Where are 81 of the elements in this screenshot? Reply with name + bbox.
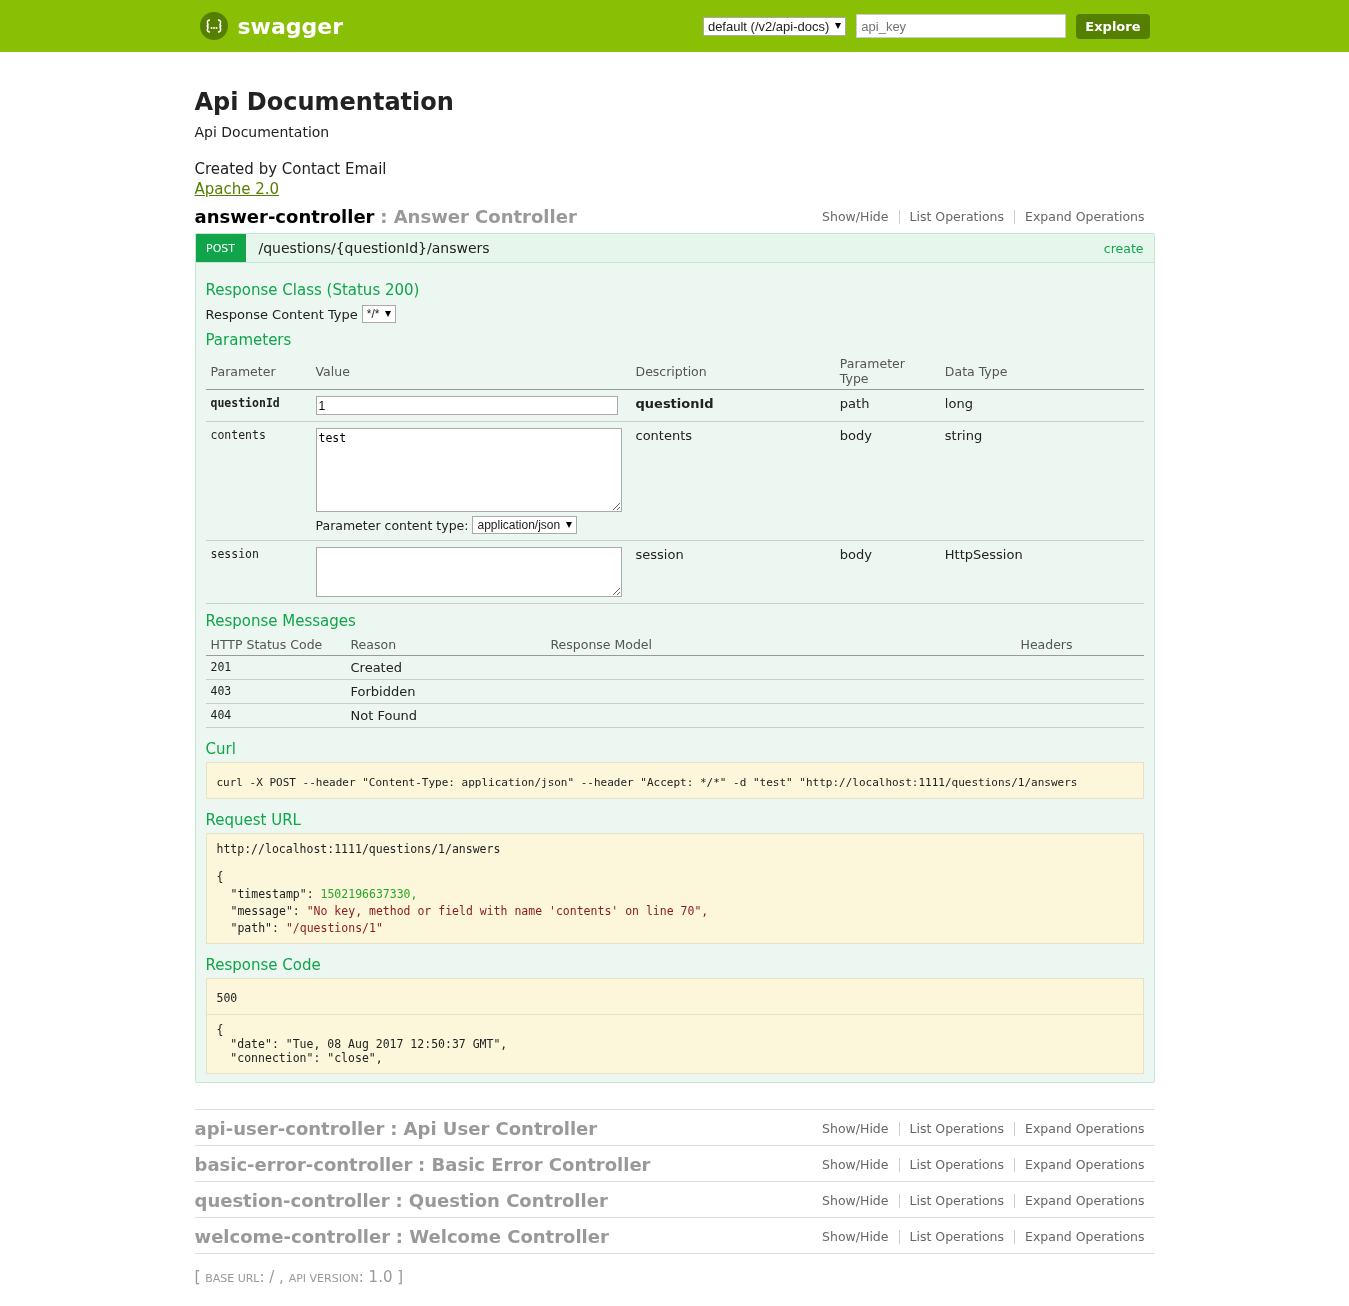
parameter-input[interactable]: 1 xyxy=(315,396,618,415)
footer-info: [ BASE URL: / , API VERSION: 1.0 ] xyxy=(194,1268,405,1286)
json-brace: { xyxy=(216,870,225,884)
operation-link[interactable]: Expand Operations xyxy=(1015,1157,1155,1172)
operation-link[interactable]: List Operations xyxy=(899,1229,1015,1244)
operation-link[interactable]: List Operations xyxy=(899,1193,1015,1208)
parameter-textarea[interactable]: test xyxy=(315,428,622,512)
parameter-content-type-label: Parameter content type: xyxy=(315,517,469,533)
operation-link[interactable]: Show/Hide xyxy=(812,1121,899,1136)
section-heading: Response Messages xyxy=(205,612,357,630)
column-header: Parameter xyxy=(210,363,276,379)
caret-icon xyxy=(385,311,392,317)
json-line: "message": "No key, method or field with name 'contents' on line 70", xyxy=(229,904,710,918)
parameter-type: path xyxy=(839,396,870,411)
column-header: Description xyxy=(635,363,707,379)
curl-command: curl -X POST --header "Content-Type: application/json" --header "Accept: */*" -d "test" "http://localhost:1111/questions/1/answers xyxy=(216,776,1078,789)
data-type: string xyxy=(944,428,983,443)
status-code: 403 xyxy=(210,684,232,698)
api-description: Api Documentation xyxy=(194,124,331,140)
parameter-textarea[interactable] xyxy=(315,547,622,597)
operation-link[interactable]: Expand Operations xyxy=(1015,1229,1155,1244)
parameter-description: session xyxy=(635,547,684,562)
explore-button[interactable]: Explore xyxy=(1076,13,1150,39)
column-header: Response Model xyxy=(550,637,653,652)
caret-icon xyxy=(566,522,573,528)
logo-icon xyxy=(199,12,228,40)
column-header: Reason xyxy=(350,637,397,652)
parameter-name: session xyxy=(210,547,259,561)
parameter-type: body xyxy=(839,547,872,562)
status-reason: Forbidden xyxy=(350,684,416,699)
data-type: HttpSession xyxy=(944,547,1023,562)
operation-link[interactable]: Show/Hide xyxy=(812,209,899,224)
section-heading: Request URL xyxy=(205,811,302,829)
data-type: long xyxy=(944,396,973,411)
page-title: Api Documentation xyxy=(194,88,455,116)
spec-select[interactable]: default (/v2/api-docs) xyxy=(702,16,847,36)
column-header: Value xyxy=(315,363,350,379)
operation-link[interactable]: Expand Operations xyxy=(1015,1193,1155,1208)
operation-link[interactable]: Show/Hide xyxy=(812,1229,899,1244)
status-reason: Not Found xyxy=(350,708,418,723)
parameter-description: questionId xyxy=(635,396,714,411)
status-code: 201 xyxy=(210,660,232,674)
license-link[interactable]: Apache 2.0 xyxy=(194,180,280,198)
endpoint-path[interactable]: /questions/{questionId}/answers xyxy=(258,240,1104,256)
parameter-content-type-select[interactable]: application/json xyxy=(472,516,578,534)
http-method-label[interactable]: POST xyxy=(195,234,246,262)
status-code: 404 xyxy=(210,708,232,722)
section-heading: Response Code xyxy=(205,956,322,974)
header-line: "date": "Tue, 08 Aug 2017 12:50:37 GMT", xyxy=(229,1037,509,1051)
content-type-select[interactable]: */* xyxy=(361,305,397,323)
json-line: "timestamp": 1502196637330, xyxy=(229,887,419,901)
parameter-description: contents xyxy=(635,428,693,443)
api-key-field[interactable]: api_key xyxy=(856,14,1067,38)
status-reason: Created xyxy=(350,660,402,675)
column-header: Data Type xyxy=(944,363,1008,379)
operation-link[interactable]: List Operations xyxy=(899,209,1015,224)
response-code: 500 xyxy=(216,991,238,1005)
parameter-type: body xyxy=(839,428,872,443)
caret-icon xyxy=(835,23,842,29)
request-url: http://localhost:1111/questions/1/answers xyxy=(216,842,502,856)
parameter-name: questionId xyxy=(210,396,280,410)
content-type-label: Response Content Type xyxy=(205,306,358,322)
column-header: Parameter Type xyxy=(839,356,905,386)
header-line: { xyxy=(216,1023,225,1037)
header-line: "connection": "close", xyxy=(229,1051,384,1065)
controller-heading[interactable]: answer-controller : Answer Controller xyxy=(194,206,577,227)
column-header: HTTP Status Code xyxy=(210,637,323,652)
operation-link[interactable]: List Operations xyxy=(899,1157,1015,1172)
operation-link[interactable]: Show/Hide xyxy=(812,1193,899,1208)
section-heading: Parameters xyxy=(205,331,293,349)
operation-link[interactable]: List Operations xyxy=(899,1121,1015,1136)
operation-link[interactable]: Expand Operations xyxy=(1015,1121,1155,1136)
parameter-name: contents xyxy=(210,428,266,442)
operation-link[interactable]: Expand Operations xyxy=(1015,209,1155,224)
section-heading: Curl xyxy=(205,740,237,758)
operation-link[interactable]: Show/Hide xyxy=(812,1157,899,1172)
column-header: Headers xyxy=(1020,637,1073,652)
section-heading: Response Class (Status 200) xyxy=(205,281,421,299)
json-line: "path": "/questions/1" xyxy=(229,921,384,935)
logo-text: swagger xyxy=(237,13,344,39)
contact-text: Created by Contact Email xyxy=(194,160,388,178)
